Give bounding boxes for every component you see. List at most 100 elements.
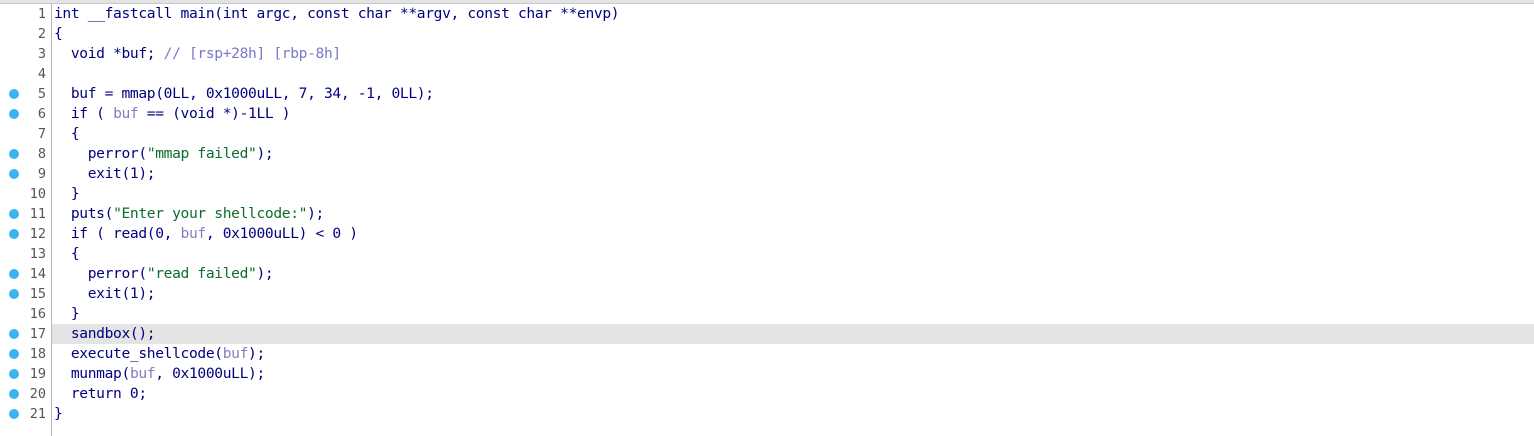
- code-line-row[interactable]: 16 }: [0, 304, 1534, 324]
- code-text[interactable]: return 0;: [54, 384, 147, 404]
- code-text[interactable]: void *buf; // [rsp+28h] [rbp-8h]: [54, 44, 341, 64]
- code-line-row[interactable]: 13 {: [0, 244, 1534, 264]
- breakpoint-dot-icon[interactable]: [9, 229, 19, 239]
- code-line-row[interactable]: 21}: [0, 404, 1534, 424]
- code-token[interactable]: if ( read(0,: [54, 225, 181, 242]
- breakpoint-dot-icon[interactable]: [9, 369, 19, 379]
- code-token[interactable]: }: [54, 305, 80, 322]
- code-token[interactable]: execute_shellcode(: [54, 345, 223, 362]
- code-text[interactable]: {: [54, 124, 80, 144]
- code-line-row[interactable]: 14 perror("read failed");: [0, 264, 1534, 284]
- code-line-row[interactable]: 17 sandbox();: [0, 324, 1534, 344]
- code-token[interactable]: perror(: [54, 145, 147, 162]
- code-line-row[interactable]: 15 exit(1);: [0, 284, 1534, 304]
- line-number: 15: [29, 286, 46, 302]
- code-text[interactable]: perror("read failed");: [54, 264, 274, 284]
- line-number: 11: [29, 206, 46, 222]
- code-text[interactable]: if ( buf == (void *)-1LL ): [54, 104, 291, 124]
- breakpoint-dot-icon[interactable]: [9, 289, 19, 299]
- code-token[interactable]: == (void *)-1LL ): [138, 105, 291, 122]
- code-text[interactable]: int __fastcall main(int argc, const char…: [54, 4, 620, 24]
- code-token[interactable]: void *buf;: [54, 45, 164, 62]
- breakpoint-dot-icon[interactable]: [9, 269, 19, 279]
- code-token[interactable]: );: [256, 265, 273, 282]
- line-number: 1: [37, 6, 46, 22]
- code-text[interactable]: exit(1);: [54, 284, 156, 304]
- breakpoint-dot-icon[interactable]: [9, 169, 19, 179]
- breakpoint-dot-icon[interactable]: [9, 209, 19, 219]
- code-comment[interactable]: // [rsp+28h] [rbp-8h]: [164, 45, 342, 62]
- code-token[interactable]: puts(: [54, 205, 114, 222]
- code-text[interactable]: {: [54, 244, 80, 264]
- code-line-row[interactable]: 3 void *buf; // [rsp+28h] [rbp-8h]: [0, 44, 1534, 64]
- code-token[interactable]: );: [256, 145, 273, 162]
- breakpoint-dot-icon[interactable]: [9, 389, 19, 399]
- breakpoint-dot-icon[interactable]: [9, 109, 19, 119]
- code-line-row[interactable]: 7 {: [0, 124, 1534, 144]
- code-token[interactable]: }: [54, 185, 80, 202]
- code-token[interactable]: );: [248, 345, 265, 362]
- current-line-highlight: [52, 324, 1534, 344]
- code-text[interactable]: buf = mmap(0LL, 0x1000uLL, 7, 34, -1, 0L…: [54, 84, 434, 104]
- code-line-row[interactable]: 1 int __fastcall main(int argc, const cha…: [0, 4, 1534, 24]
- code-line-row[interactable]: 4: [0, 64, 1534, 84]
- code-line-row[interactable]: 5 buf = mmap(0LL, 0x1000uLL, 7, 34, -1, …: [0, 84, 1534, 104]
- code-text[interactable]: }: [54, 304, 80, 324]
- code-token[interactable]: exit(1);: [54, 165, 156, 182]
- code-line-row[interactable]: 9 exit(1);: [0, 164, 1534, 184]
- breakpoint-dot-icon[interactable]: [9, 149, 19, 159]
- code-token[interactable]: {: [54, 125, 80, 142]
- code-line-row[interactable]: 8 perror("mmap failed");: [0, 144, 1534, 164]
- line-number: 3: [37, 46, 46, 62]
- code-text[interactable]: munmap(buf, 0x1000uLL);: [54, 364, 265, 384]
- string-literal[interactable]: "mmap failed": [147, 145, 257, 162]
- variable-reference[interactable]: buf: [130, 365, 156, 382]
- string-literal[interactable]: "Enter your shellcode:": [113, 205, 307, 222]
- code-token[interactable]: );: [307, 205, 324, 222]
- string-literal[interactable]: "read failed": [147, 265, 257, 282]
- code-text[interactable]: execute_shellcode(buf);: [54, 344, 265, 364]
- line-number: 5: [37, 86, 46, 102]
- code-line-row[interactable]: 12 if ( read(0, buf, 0x1000uLL) < 0 ): [0, 224, 1534, 244]
- code-text[interactable]: perror("mmap failed");: [54, 144, 274, 164]
- code-token[interactable]: , 0x1000uLL);: [155, 365, 265, 382]
- breakpoint-dot-icon[interactable]: [9, 349, 19, 359]
- code-token[interactable]: , 0x1000uLL) < 0 ): [206, 225, 358, 242]
- line-number: 14: [29, 266, 46, 282]
- line-number: 12: [29, 226, 46, 242]
- breakpoint-dot-icon[interactable]: [9, 329, 19, 339]
- code-line-row[interactable]: 10 }: [0, 184, 1534, 204]
- code-text[interactable]: puts("Enter your shellcode:");: [54, 204, 324, 224]
- code-token[interactable]: buf = mmap(0LL, 0x1000uLL, 7, 34, -1, 0L…: [54, 85, 434, 102]
- code-line-row[interactable]: 6 if ( buf == (void *)-1LL ): [0, 104, 1534, 124]
- code-line-row[interactable]: 11 puts("Enter your shellcode:");: [0, 204, 1534, 224]
- code-token[interactable]: exit(1);: [54, 285, 156, 302]
- code-text[interactable]: {: [54, 24, 63, 44]
- variable-reference[interactable]: buf: [181, 225, 207, 242]
- code-token[interactable]: perror(: [54, 265, 147, 282]
- line-number: 18: [29, 346, 46, 362]
- code-token[interactable]: {: [54, 25, 63, 42]
- code-line-row[interactable]: 18 execute_shellcode(buf);: [0, 344, 1534, 364]
- code-line-row[interactable]: 20 return 0;: [0, 384, 1534, 404]
- code-text[interactable]: }: [54, 404, 63, 424]
- code-token[interactable]: sandbox();: [54, 325, 156, 342]
- variable-reference[interactable]: buf: [113, 105, 139, 122]
- line-number: 4: [37, 66, 46, 82]
- code-token[interactable]: if (: [54, 105, 113, 122]
- code-line-row[interactable]: 19 munmap(buf, 0x1000uLL);: [0, 364, 1534, 384]
- code-line-row[interactable]: 2{: [0, 24, 1534, 44]
- code-token[interactable]: }: [54, 405, 63, 422]
- code-text[interactable]: exit(1);: [54, 164, 156, 184]
- code-text[interactable]: sandbox();: [54, 324, 156, 344]
- variable-reference[interactable]: buf: [223, 345, 249, 362]
- code-token[interactable]: {: [54, 245, 80, 262]
- code-token[interactable]: munmap(: [54, 365, 130, 382]
- code-text[interactable]: }: [54, 184, 80, 204]
- code-text[interactable]: if ( read(0, buf, 0x1000uLL) < 0 ): [54, 224, 358, 244]
- breakpoint-dot-icon[interactable]: [9, 409, 19, 419]
- code-token[interactable]: return 0;: [54, 385, 147, 402]
- code-token[interactable]: int __fastcall main(int argc, const char…: [54, 5, 620, 22]
- breakpoint-dot-icon[interactable]: [9, 89, 19, 99]
- line-number: 6: [37, 106, 46, 122]
